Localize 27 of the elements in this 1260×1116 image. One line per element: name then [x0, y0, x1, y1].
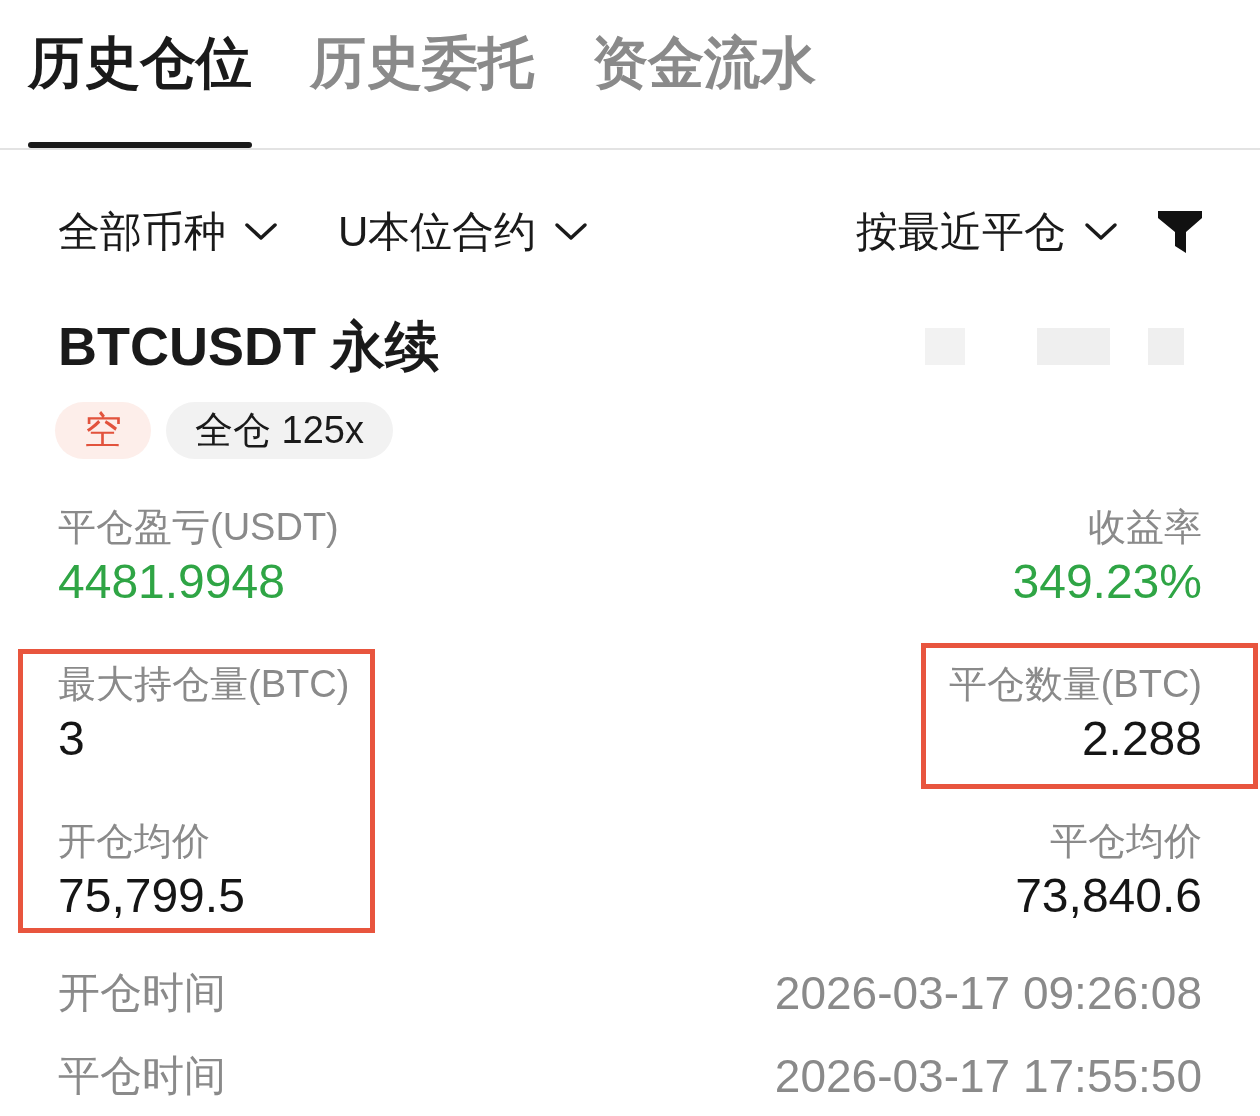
leverage-badge: 全仓 125x [166, 402, 393, 459]
metric-value: 3 [58, 711, 85, 767]
metric-label: 平仓均价 [1050, 819, 1202, 864]
metric-value: 2.288 [1081, 711, 1202, 767]
chevron-down-icon [554, 222, 589, 242]
filter-dropdown[interactable]: U本位合约 [338, 204, 589, 260]
direction-badge: 空 [55, 402, 151, 459]
metric-value: 4481.9948 [58, 554, 285, 610]
metric-value: 73,840.6 [1015, 868, 1202, 924]
sort-dropdown[interactable]: 按最近平仓 [856, 204, 1118, 260]
metric-label: 收益率 [1088, 505, 1202, 550]
filter-dropdown[interactable]: 全部币种 [58, 204, 278, 260]
time-label: 开仓时间 [58, 968, 226, 1018]
chevron-down-icon [1084, 222, 1118, 242]
chevron-down-icon [244, 222, 278, 242]
contract-title: BTCUSDT 永续 [58, 315, 439, 378]
metric-value: 349.23% [1012, 554, 1202, 610]
metric-label: 最大持仓量(BTC) [58, 662, 350, 707]
time-value: 2026-03-17 17:55:50 [774, 1049, 1202, 1104]
metric-label: 平仓盈亏(USDT) [58, 505, 339, 550]
metric-label: 开仓均价 [58, 819, 210, 864]
time-value: 2026-03-17 09:26:08 [774, 966, 1202, 1021]
filter-icon[interactable] [1158, 211, 1202, 253]
metric-label: 平仓数量(BTC) [948, 662, 1202, 707]
tab[interactable]: 历史仓位 [28, 31, 252, 148]
metric-value: 75,799.5 [58, 868, 245, 924]
time-label: 平仓时间 [58, 1051, 226, 1101]
